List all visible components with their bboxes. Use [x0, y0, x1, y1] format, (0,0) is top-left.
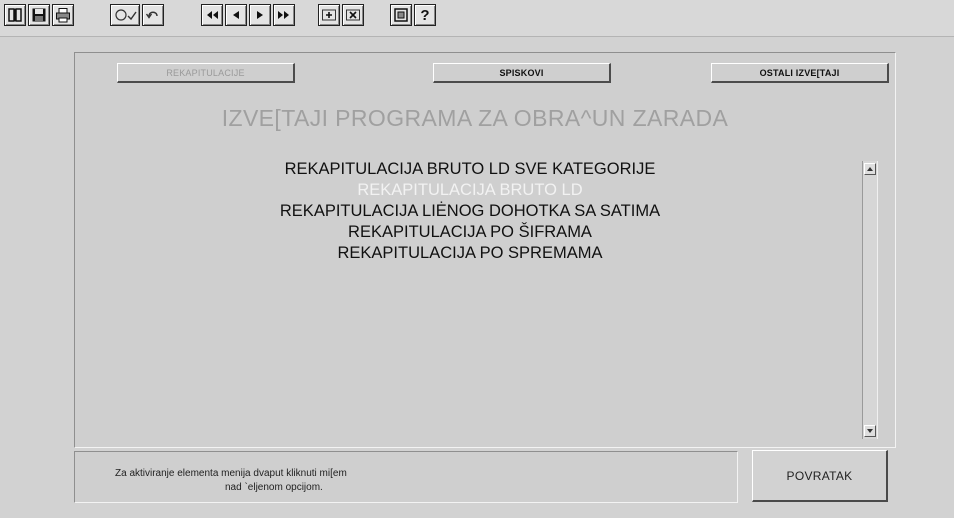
back-button[interactable]: POVRATAK	[752, 450, 888, 502]
toolbar-group-window: ?	[390, 4, 436, 28]
tab-lists[interactable]: SPISKOVI	[433, 63, 611, 83]
reports-panel: REKAPITULACIJE SPISKOVI OSTALI IZVE[TAJI…	[74, 52, 896, 448]
tab-recaps[interactable]: REKAPITULACIJE	[117, 63, 295, 83]
window-icon[interactable]	[390, 4, 412, 26]
print-icon[interactable]	[52, 4, 74, 26]
list-item[interactable]: REKAPITULACIJA BRUTO LD	[115, 180, 825, 201]
list-item[interactable]: REKAPITULACIJA BRUTO LD SVE KATEGORIJE	[115, 159, 825, 180]
report-list[interactable]: REKAPITULACIJA BRUTO LD SVE KATEGORIJE RE…	[115, 159, 825, 264]
page-title: IZVE[TAJI PROGRAMA ZA OBRA^UN ZARADA	[221, 105, 729, 131]
hint-line-1: Za aktiviranje elementa menija dvaput kl…	[115, 468, 347, 479]
delete-record-icon[interactable]	[342, 4, 364, 26]
previous-record-icon[interactable]	[225, 4, 247, 26]
toolbar-group-file	[4, 4, 74, 28]
spellcheck-icon[interactable]	[110, 4, 140, 26]
new-record-icon[interactable]	[318, 4, 340, 26]
book-icon[interactable]	[4, 4, 26, 26]
scroll-down-icon[interactable]	[864, 425, 876, 437]
help-icon[interactable]: ?	[414, 4, 436, 26]
last-record-icon[interactable]	[273, 4, 295, 26]
list-item[interactable]: REKAPITULACIJA PO SPREMAMA	[115, 243, 825, 264]
toolbar-group-edit	[110, 4, 164, 28]
tab-other-reports[interactable]: OSTALI IZVE[TAJI	[711, 63, 889, 83]
toolbar-group-records	[318, 4, 364, 28]
undo-icon[interactable]	[142, 4, 164, 26]
toolbar-group-navigation	[201, 4, 295, 28]
hint-box: Za aktiviranje elementa menija dvaput kl…	[74, 451, 738, 503]
scrollbar[interactable]	[862, 161, 878, 439]
toolbar: ?	[0, 0, 954, 37]
next-record-icon[interactable]	[249, 4, 271, 26]
list-item[interactable]: REKAPITULACIJA LIĖNOG DOHOTKA SA SATIMA	[115, 201, 825, 222]
scroll-up-icon[interactable]	[864, 163, 876, 175]
list-item[interactable]: REKAPITULACIJA PO ŠIFRAMA	[115, 222, 825, 243]
save-icon[interactable]	[28, 4, 50, 26]
first-record-icon[interactable]	[201, 4, 223, 26]
hint-line-2: nad `eljenom opcijom.	[225, 482, 323, 493]
